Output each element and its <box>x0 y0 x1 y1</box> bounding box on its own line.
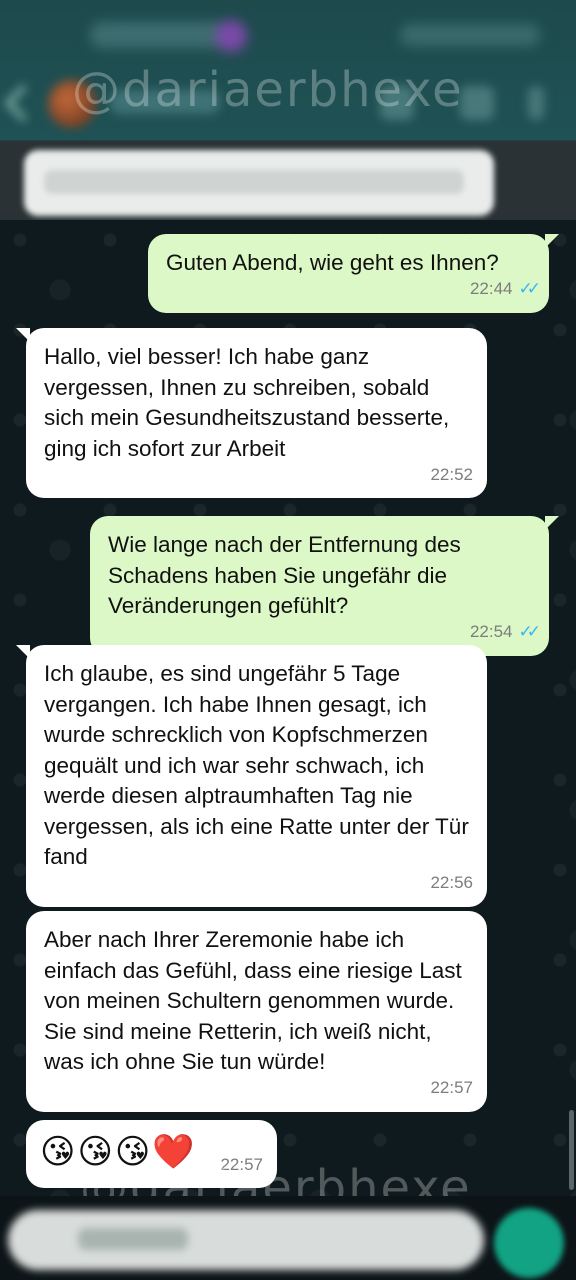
message-incoming[interactable]: Ich glaube, es sind ungefähr 5 Tage verg… <box>16 645 487 907</box>
phone-call-icon[interactable] <box>460 86 494 120</box>
message-time: 22:54 <box>469 622 513 641</box>
message-meta: 22:56 <box>430 868 473 899</box>
message-outgoing[interactable]: Guten Abend, wie geht es Ihnen? 22:44 ✓✓ <box>148 234 559 313</box>
double-check-icon: ✓✓ <box>518 622 541 641</box>
message-outgoing[interactable]: Wie lange nach der Entfernung des Schade… <box>90 516 559 656</box>
menu-icon[interactable] <box>528 86 544 120</box>
message-text: Hallo, viel besser! Ich habe ganz verges… <box>44 344 450 461</box>
message-incoming[interactable]: Aber nach Ihrer Zeremonie habe ich einfa… <box>26 911 487 1112</box>
message-text: Wie lange nach der Entfernung des Schade… <box>108 532 461 618</box>
message-time: 22:44 <box>469 279 513 298</box>
back-arrow-icon[interactable] <box>4 84 42 122</box>
message-meta: 22:54 ✓✓ <box>469 617 541 648</box>
kissing-heart-emoji: 😘 <box>40 1133 76 1171</box>
message-time: 22:52 <box>430 464 473 484</box>
pinned-message[interactable] <box>24 150 494 216</box>
message-incoming[interactable]: Hallo, viel besser! Ich habe ganz verges… <box>16 328 487 498</box>
message-text: Aber nach Ihrer Zeremonie habe ich einfa… <box>44 927 462 1074</box>
composer <box>0 1196 576 1280</box>
chat-area[interactable]: Guten Abend, wie geht es Ihnen? 22:44 ✓✓… <box>0 220 576 1196</box>
message-time: 22:57 <box>430 1078 473 1097</box>
message-input[interactable] <box>8 1210 484 1270</box>
message-meta: 22:57 <box>430 1073 473 1104</box>
message-meta: 22:52 <box>430 460 473 491</box>
scrollbar[interactable] <box>569 1110 574 1190</box>
watermark-top: @dariaerbhexe <box>72 62 464 118</box>
message-text: Ich glaube, es sind ungefähr 5 Tage verg… <box>44 661 469 869</box>
message-meta: 22:44 ✓✓ <box>469 274 541 305</box>
double-check-icon: ✓✓ <box>518 279 541 298</box>
message-time: 22:56 <box>430 873 473 892</box>
mic-button[interactable] <box>494 1208 564 1278</box>
chat-header: @dariaerbhexe <box>0 0 576 220</box>
watermark-bottom: @dariaerbhexe <box>80 1160 472 1196</box>
